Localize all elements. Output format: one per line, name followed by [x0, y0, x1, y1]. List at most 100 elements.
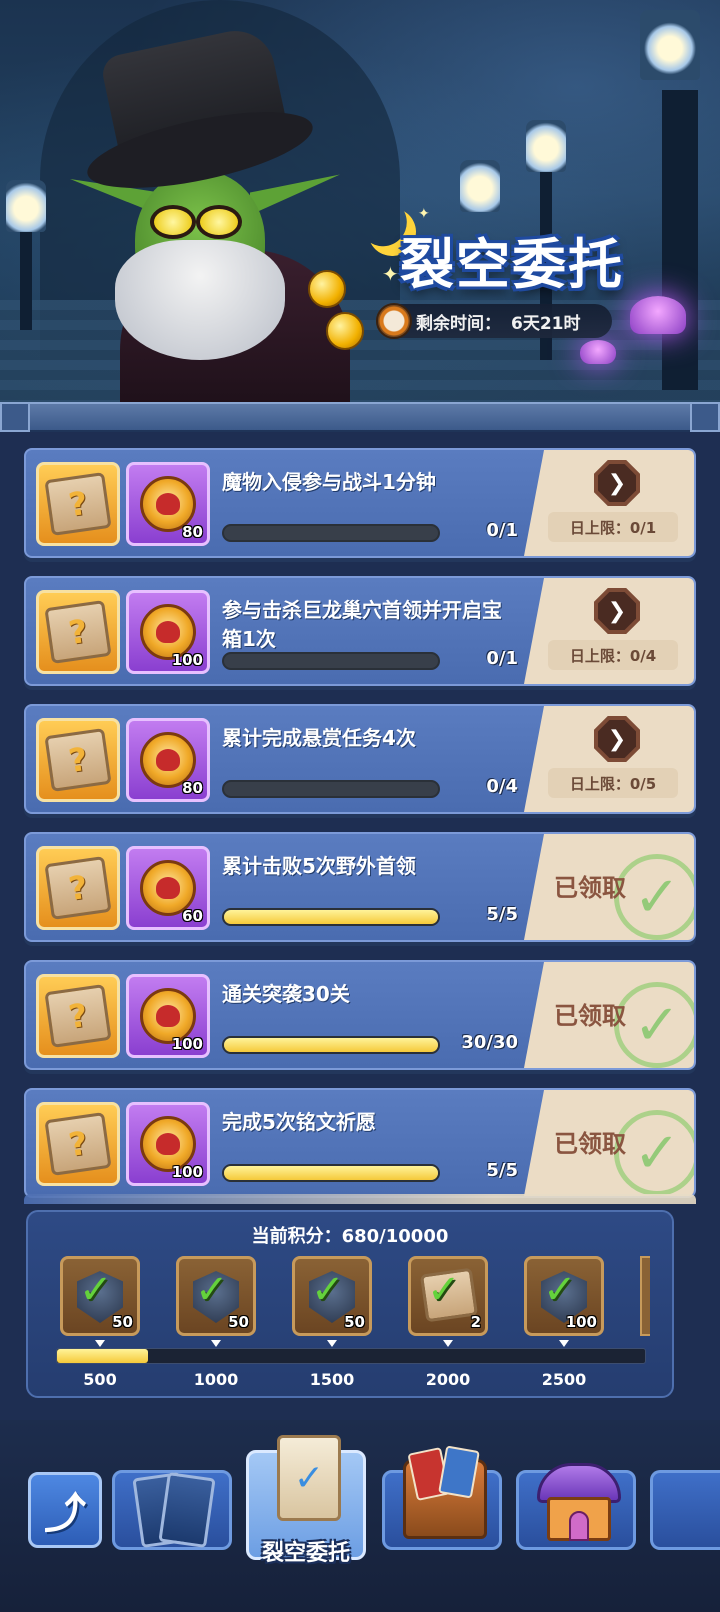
go-button[interactable]: ❯	[594, 460, 640, 506]
milestone-reward[interactable]: ✓ 2	[408, 1256, 488, 1336]
go-button[interactable]: ❯	[594, 588, 640, 634]
reward-slot-points[interactable]: 80	[126, 718, 210, 802]
reward-count: 100	[171, 651, 203, 669]
mystery-scroll-icon: ?	[44, 1112, 112, 1176]
milestone-pointer-icon	[211, 1340, 221, 1347]
reward-slot-scroll[interactable]: ?	[36, 462, 120, 546]
mystery-scroll-icon: ?	[44, 600, 112, 664]
lamp-post	[662, 90, 698, 390]
reward-slot-scroll[interactable]: ?	[36, 846, 120, 930]
milestone-threshold: 500	[83, 1370, 117, 1389]
claimed-check-icon: ✓	[614, 854, 694, 940]
check-icon: ✓	[427, 1267, 461, 1313]
quest-progress-track	[222, 1164, 440, 1182]
lamp-icon	[640, 10, 700, 80]
claimed-check-icon: ✓	[614, 1110, 694, 1196]
right-arrow-icon: ❯	[607, 726, 627, 752]
shop-house-icon	[537, 1463, 621, 1541]
check-icon: ✓	[543, 1267, 577, 1313]
score-progress-fill	[57, 1349, 149, 1363]
reward-slot-scroll[interactable]: ?	[36, 974, 120, 1058]
quest-progress-track	[222, 908, 440, 926]
quest-progress-text: 0/1	[486, 520, 518, 541]
milestone-pointer-icon	[327, 1340, 337, 1347]
quest-title: 魔物入侵参与战斗1分钟	[222, 470, 436, 494]
milestone-reward[interactable]: ✓ 100	[524, 1256, 604, 1336]
milestone-reward[interactable]: ✓ 50	[60, 1256, 140, 1336]
milestone-threshold: 1500	[309, 1370, 355, 1389]
reward-slot-scroll[interactable]: ?	[36, 718, 120, 802]
milestone-threshold: 1000	[193, 1370, 239, 1389]
mystery-scroll-icon: ?	[44, 856, 112, 920]
quest-progress-text: 5/5	[486, 1160, 518, 1181]
tab-commission[interactable]: ✓ 裂空委托	[246, 1435, 366, 1566]
claimed-label: 已领取	[554, 1130, 626, 1158]
milestone-count: 50	[344, 1313, 365, 1331]
quest-progress-track	[222, 652, 440, 670]
card-chest-icon	[403, 1459, 487, 1539]
milestone-pointer-icon	[443, 1340, 453, 1347]
quest-title: 完成5次铭文祈愿	[222, 1110, 376, 1134]
daily-limit: 日上限：0/4	[548, 640, 678, 670]
lamp-icon	[6, 180, 46, 232]
quest-row: ? 100 通关突袭30关 30/30 ✓ 已领取	[24, 960, 696, 1070]
back-button[interactable]: ⤴	[28, 1472, 102, 1548]
quest-list: ? 80 魔物入侵参与战斗1分钟 0/1 ❯ 日上限：0/1 ? 100 参与击…	[24, 448, 696, 1216]
event-banner: ✦ ✦ 裂空委托 剩余时间： 6天21时	[0, 0, 720, 430]
reward-count: 100	[171, 1163, 203, 1181]
claimed-label: 已领取	[554, 1002, 626, 1030]
check-icon: ✓	[79, 1267, 113, 1313]
check-icon: ✓	[311, 1267, 345, 1313]
tab-overflow-edge[interactable]	[650, 1470, 720, 1550]
score-progress-track	[56, 1348, 646, 1364]
remaining-time-label: 剩余时间：	[416, 313, 501, 334]
goblin-goggles	[150, 205, 250, 241]
milestone-pointer-icon	[559, 1340, 569, 1347]
reward-slot-points[interactable]: 100	[126, 1102, 210, 1186]
go-button[interactable]: ❯	[594, 716, 640, 762]
reward-slot-points[interactable]: 100	[126, 590, 210, 674]
reward-slot-points[interactable]: 60	[126, 846, 210, 930]
quest-action-panel: ❯ 日上限：0/4	[524, 578, 694, 684]
check-icon: ✓	[195, 1267, 229, 1313]
score-panel: 当前积分：680/10000 ✓ 50 500 ✓ 50 1000 ✓ 50 1500 ✓ 2 200…	[26, 1210, 674, 1398]
tab-card-chest[interactable]	[382, 1459, 502, 1550]
milestone-reward[interactable]: ✓ 50	[176, 1256, 256, 1336]
milestone-reward[interactable]: ✓ 50	[292, 1256, 372, 1336]
milestone-count: 2	[470, 1313, 481, 1331]
reward-slot-points[interactable]: 80	[126, 462, 210, 546]
quest-title: 累计击败5次野外首领	[222, 854, 416, 878]
quest-row: ? 80 魔物入侵参与战斗1分钟 0/1 ❯ 日上限：0/1	[24, 448, 696, 558]
reward-slot-scroll[interactable]: ?	[36, 590, 120, 674]
daily-limit: 日上限：0/1	[548, 512, 678, 542]
tab-shop[interactable]	[516, 1463, 636, 1550]
quest-title: 累计完成悬赏任务4次	[222, 726, 416, 750]
remaining-time-value: 6天21时	[511, 313, 581, 334]
quest-progress-text: 5/5	[486, 904, 518, 925]
milestone-count: 50	[228, 1313, 249, 1331]
cards-icon	[158, 1472, 216, 1548]
sparkle-icon: ✦	[382, 262, 399, 286]
list-scroll-edge[interactable]	[24, 1194, 696, 1204]
quest-row: ? 100 参与击杀巨龙巢穴首领并开启宝箱1次 0/1 ❯ 日上限：0/4	[24, 576, 696, 686]
quest-progress-track	[222, 1036, 440, 1054]
back-arrow-icon: ⤴	[43, 1488, 86, 1538]
quest-row: ? 100 完成5次铭文祈愿 5/5 ✓ 已领取	[24, 1088, 696, 1198]
event-title: 裂空委托	[400, 233, 624, 296]
right-arrow-icon: ❯	[607, 470, 627, 496]
quest-progress-text: 0/4	[486, 776, 518, 797]
reward-slot-points[interactable]: 100	[126, 974, 210, 1058]
milestone-pointer-icon	[95, 1340, 105, 1347]
tab-cards[interactable]	[112, 1470, 232, 1550]
mushroom-icon	[580, 340, 616, 364]
milestone-threshold: 2000	[425, 1370, 471, 1389]
claimed-check-icon: ✓	[614, 982, 694, 1068]
quest-title: 参与击杀巨龙巢穴首领并开启宝箱1次	[222, 598, 502, 651]
reward-slot-scroll[interactable]: ?	[36, 1102, 120, 1186]
reward-count: 80	[182, 523, 203, 541]
mystery-scroll-icon: ?	[44, 472, 112, 536]
compass-clock-icon	[376, 303, 412, 339]
quest-action-panel: ✓ 已领取	[524, 962, 694, 1068]
claimed-label: 已领取	[554, 874, 626, 902]
quest-title: 通关突袭30关	[222, 982, 350, 1006]
